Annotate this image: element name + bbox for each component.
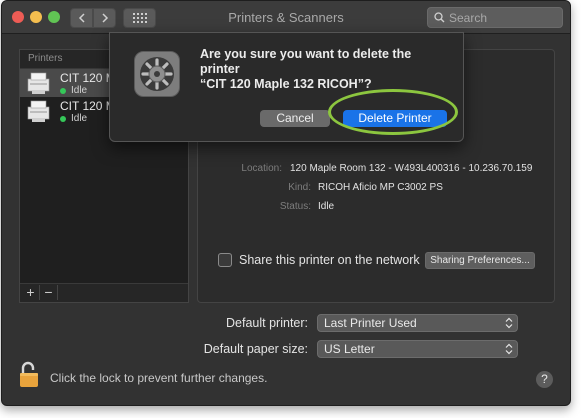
printers-scanners-window: Printers & Scanners Printers CIT 120 M I… xyxy=(1,0,571,406)
dialog-message-line-2: “CIT 120 Maple 132 RICOH”? xyxy=(200,77,372,91)
remove-printer-button[interactable]: − xyxy=(40,285,58,300)
printer-status-text: Idle xyxy=(71,113,88,124)
printer-status-text: Idle xyxy=(71,85,88,96)
kind-label: Kind: xyxy=(288,182,311,193)
default-paper-size-select[interactable]: US Letter xyxy=(317,340,518,358)
share-printer-label[interactable]: Share this printer on the network xyxy=(239,253,420,267)
sharing-preferences-button[interactable]: Sharing Preferences... xyxy=(425,252,535,269)
printer-name: CIT 120 M xyxy=(60,71,116,85)
title-bar: Printers & Scanners xyxy=(2,1,570,34)
default-printer-value: Last Printer Used xyxy=(324,316,417,330)
default-printer-select[interactable]: Last Printer Used xyxy=(317,314,518,332)
location-label: Location: xyxy=(241,163,282,174)
status-label: Status: xyxy=(279,201,311,212)
location-row: Location: 120 Maple Room 132 - W493L4003… xyxy=(198,163,554,177)
search-input[interactable] xyxy=(445,10,559,25)
status-value: Idle xyxy=(318,201,335,212)
search-icon xyxy=(434,12,445,23)
unlocked-lock-icon[interactable] xyxy=(19,361,41,394)
printer-status: Idle xyxy=(60,85,87,96)
search-field[interactable] xyxy=(427,7,563,28)
delete-printer-dialog: Are you sure you want to delete the prin… xyxy=(109,32,464,142)
dialog-message: Are you sure you want to delete the prin… xyxy=(200,47,450,92)
updown-arrows-icon xyxy=(505,317,513,329)
status-dot-icon xyxy=(60,115,66,122)
dialog-message-line-1: Are you sure you want to delete the prin… xyxy=(200,47,412,76)
location-value: 120 Maple Room 132 - W493L400316 - 10.23… xyxy=(290,163,533,174)
status-row: Status: Idle xyxy=(198,201,554,215)
printer-name: CIT 120 M xyxy=(60,99,116,113)
printer-status: Idle xyxy=(60,113,87,124)
delete-printer-button[interactable]: Delete Printer xyxy=(343,110,447,127)
default-printer-label: Default printer: xyxy=(226,316,308,330)
help-button[interactable]: ? xyxy=(536,371,553,388)
default-paper-size-value: US Letter xyxy=(324,342,375,356)
kind-value: RICOH Aficio MP C3002 PS xyxy=(318,182,443,193)
add-printer-button[interactable]: + xyxy=(22,285,40,300)
status-dot-icon xyxy=(60,87,66,94)
printer-icon xyxy=(27,72,50,94)
kind-row: Kind: RICOH Aficio MP C3002 PS xyxy=(198,182,554,196)
share-printer-checkbox[interactable] xyxy=(218,253,232,267)
system-preferences-gear-icon xyxy=(134,51,180,102)
share-printer-row: Share this printer on the network xyxy=(218,253,420,267)
cancel-button[interactable]: Cancel xyxy=(260,110,330,127)
printer-icon xyxy=(27,100,50,122)
updown-arrows-icon xyxy=(505,343,513,355)
default-paper-size-label: Default paper size: xyxy=(203,342,308,356)
lock-instruction-text: Click the lock to prevent further change… xyxy=(50,371,268,385)
printers-list-footer: + − xyxy=(20,283,188,302)
